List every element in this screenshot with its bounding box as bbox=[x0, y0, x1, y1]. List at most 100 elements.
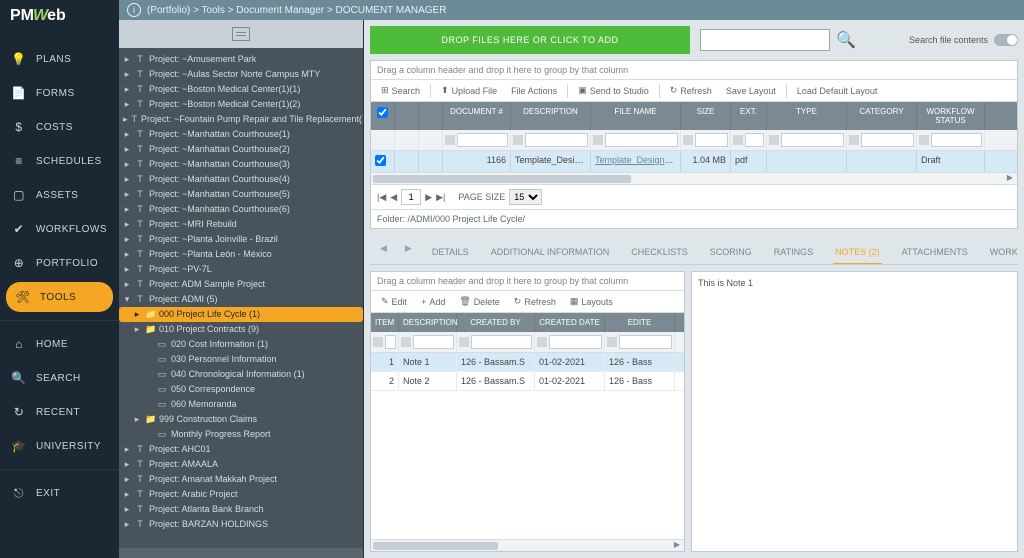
nav-tools[interactable]: 🛠TOOLS bbox=[6, 282, 113, 312]
notes-column-header[interactable]: CREATED DATE bbox=[535, 313, 605, 332]
send-to-studio-button[interactable]: ▣ Send to Studio bbox=[572, 83, 655, 98]
tree-node[interactable]: ▸TProject: ~Amusement Park bbox=[119, 52, 363, 67]
column-header[interactable] bbox=[371, 102, 395, 130]
tree-node[interactable]: ▸TProject: ~PV-7L bbox=[119, 262, 363, 277]
tree-node[interactable]: ▸TProject: ~Planta Joinville - Brazil bbox=[119, 232, 363, 247]
load-default-layout-button[interactable]: Load Default Layout bbox=[791, 84, 884, 98]
filter-icon[interactable] bbox=[459, 337, 469, 347]
file-name-link[interactable]: Template_DesignChange bbox=[595, 155, 681, 165]
pager-pagesize-select[interactable]: 15 bbox=[509, 189, 542, 205]
tab-details[interactable]: DETAILS bbox=[430, 243, 471, 264]
column-header[interactable]: SIZE bbox=[681, 102, 731, 130]
row-checkbox[interactable] bbox=[375, 155, 386, 166]
tree-node[interactable]: ▸TProject: ~Manhattan Courthouse(2) bbox=[119, 142, 363, 157]
drop-files-zone[interactable]: DROP FILES HERE OR CLICK TO ADD bbox=[370, 26, 690, 54]
notes-row[interactable]: 2Note 2126 - Bassam.S01-02-2021126 - Bas… bbox=[371, 372, 684, 391]
column-header[interactable] bbox=[395, 102, 419, 130]
notes-filter-input[interactable] bbox=[549, 335, 602, 349]
save-layout-button[interactable]: Save Layout bbox=[720, 84, 782, 98]
nav-costs[interactable]: $COSTS bbox=[0, 110, 119, 144]
edit-note-button[interactable]: ✎ Edit bbox=[375, 294, 413, 309]
tree-node[interactable]: ▸TProject: Amanat Makkah Project bbox=[119, 472, 363, 487]
tree-horizontal-scrollbar[interactable] bbox=[119, 548, 363, 558]
notes-filter-input[interactable] bbox=[471, 335, 532, 349]
filter-icon[interactable] bbox=[373, 337, 383, 347]
pager-last-icon[interactable]: ▶| bbox=[436, 192, 445, 203]
tree-node[interactable]: ▸TProject: ~Planta León - México bbox=[119, 247, 363, 262]
column-filter-input[interactable] bbox=[605, 133, 678, 147]
column-header[interactable]: WORKFLOW STATUS bbox=[917, 102, 985, 130]
tree-node[interactable]: ▸📁999 Construction Claims bbox=[119, 412, 363, 427]
grid-row[interactable]: 1166 Template_DesignChange Template_Desi… bbox=[371, 151, 1017, 172]
tree-node[interactable]: ▭060 Memoranda bbox=[119, 397, 363, 412]
tree-node[interactable]: ▸TProject: ~Manhattan Courthouse(4) bbox=[119, 172, 363, 187]
tab-additional-information[interactable]: ADDITIONAL INFORMATION bbox=[489, 243, 612, 264]
notes-horizontal-scrollbar[interactable] bbox=[371, 539, 684, 551]
nav-recent[interactable]: ↻RECENT bbox=[0, 395, 119, 429]
filter-icon[interactable] bbox=[593, 135, 603, 145]
tree-node[interactable]: ▸TProject: BARZAN HOLDINGS bbox=[119, 517, 363, 532]
upload-file-button[interactable]: ⬆ Upload File bbox=[435, 83, 503, 98]
tree-node[interactable]: ▸TProject: AMAALA bbox=[119, 457, 363, 472]
pager-page-input[interactable] bbox=[401, 189, 421, 205]
filter-icon[interactable] bbox=[919, 135, 929, 145]
layouts-button[interactable]: ▦ Layouts bbox=[564, 294, 619, 309]
tree-node[interactable]: ▸TProject: ~Boston Medical Center(1)(2) bbox=[119, 97, 363, 112]
pager-next-icon[interactable]: ▶ bbox=[425, 192, 432, 203]
filter-icon[interactable] bbox=[683, 135, 693, 145]
notes-row[interactable]: 1Note 1126 - Bassam.S01-02-2021126 - Bas… bbox=[371, 353, 684, 372]
tree-node[interactable]: ▭040 Chronological Information (1) bbox=[119, 367, 363, 382]
tree-node[interactable]: ▭030 Personnel Information bbox=[119, 352, 363, 367]
filter-icon[interactable] bbox=[401, 337, 411, 347]
tree-node[interactable]: ▸TProject: Arabic Project bbox=[119, 487, 363, 502]
refresh-notes-button[interactable]: ↻ Refresh bbox=[508, 294, 562, 309]
column-filter-input[interactable] bbox=[931, 133, 982, 147]
notes-column-header[interactable]: EDITE bbox=[605, 313, 675, 332]
tab-workflow[interactable]: WORKFLOW bbox=[988, 243, 1018, 264]
search-button[interactable]: ⊞ Search bbox=[375, 83, 426, 98]
group-by-hint[interactable]: Drag a column header and drop it here to… bbox=[371, 61, 1017, 80]
tree-node[interactable]: ▭Monthly Progress Report bbox=[119, 427, 363, 442]
tree-node[interactable]: ▸TProject: AHC01 bbox=[119, 442, 363, 457]
tree-node[interactable]: ▸TProject: ~Manhattan Courthouse(3) bbox=[119, 157, 363, 172]
notes-column-header[interactable]: DESCRIPTION bbox=[399, 313, 457, 332]
tree-node[interactable]: ▸TProject: ~Aulas Sector Norte Campus MT… bbox=[119, 67, 363, 82]
column-header[interactable]: EXT. bbox=[731, 102, 767, 130]
tab-attachments[interactable]: ATTACHMENTS bbox=[900, 243, 970, 264]
column-header[interactable]: DOCUMENT # bbox=[443, 102, 511, 130]
tree-node[interactable]: ▭050 Correspondence bbox=[119, 382, 363, 397]
tree-node[interactable]: ▸TProject: ~Manhattan Courthouse(1) bbox=[119, 127, 363, 142]
tree-settings-icon[interactable] bbox=[232, 27, 250, 41]
filter-icon[interactable] bbox=[537, 337, 547, 347]
nav-workflows[interactable]: ✔WORKFLOWS bbox=[0, 212, 119, 246]
filter-icon[interactable] bbox=[445, 135, 455, 145]
file-actions-button[interactable]: File Actions bbox=[505, 84, 563, 98]
tab-notes-[interactable]: NOTES (2) bbox=[833, 243, 882, 265]
filter-icon[interactable] bbox=[607, 337, 617, 347]
grid-horizontal-scrollbar[interactable] bbox=[371, 172, 1017, 184]
search-input[interactable] bbox=[700, 29, 830, 51]
tree-node[interactable]: ▾TProject: ADMI (5) bbox=[119, 292, 363, 307]
pager-first-icon[interactable]: |◀ bbox=[377, 192, 386, 203]
tree-node[interactable]: ▸TProject: ADM Sample Project bbox=[119, 277, 363, 292]
column-header[interactable]: TYPE bbox=[767, 102, 847, 130]
pager-prev-icon[interactable]: ◀ bbox=[390, 192, 397, 203]
filter-icon[interactable] bbox=[849, 135, 859, 145]
column-filter-input[interactable] bbox=[781, 133, 844, 147]
note-body[interactable]: This is Note 1 bbox=[691, 271, 1018, 552]
nav-assets[interactable]: ▢ASSETS bbox=[0, 178, 119, 212]
nav-schedules[interactable]: ≡SCHEDULES bbox=[0, 144, 119, 178]
column-header[interactable]: DESCRIPTION bbox=[511, 102, 591, 130]
add-note-button[interactable]: + Add bbox=[415, 295, 451, 309]
tree-node[interactable]: ▸TProject: ~Manhattan Courthouse(6) bbox=[119, 202, 363, 217]
tabs-scroll-right-icon[interactable]: ▶ bbox=[405, 243, 412, 264]
tree-node[interactable]: ▸TProject: ~Boston Medical Center(1)(1) bbox=[119, 82, 363, 97]
tree-node[interactable]: ▸TProject: ~MRI Rebuild bbox=[119, 217, 363, 232]
filter-icon[interactable] bbox=[513, 135, 523, 145]
tree-node[interactable]: ▸TProject: ~Manhattan Courthouse(5) bbox=[119, 187, 363, 202]
column-header[interactable] bbox=[419, 102, 443, 130]
search-file-contents-toggle[interactable] bbox=[994, 34, 1018, 46]
notes-column-header[interactable]: CREATED BY bbox=[457, 313, 535, 332]
column-filter-input[interactable] bbox=[525, 133, 588, 147]
notes-group-hint[interactable]: Drag a column header and drop it here to… bbox=[371, 272, 684, 291]
